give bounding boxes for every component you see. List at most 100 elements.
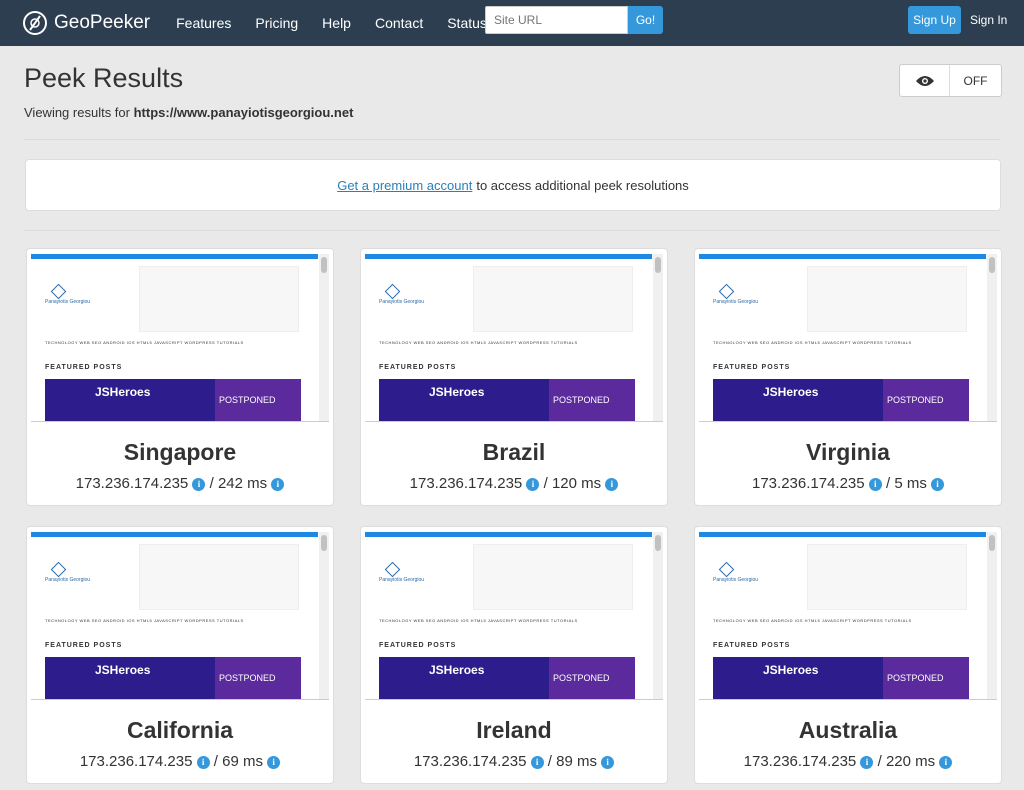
info-icon[interactable]: i bbox=[931, 478, 944, 491]
nav-status[interactable]: Status bbox=[447, 15, 487, 31]
hero-postponed: POSTPONED bbox=[215, 379, 301, 421]
hero-title: JSHeroes bbox=[429, 663, 485, 677]
nav-features[interactable]: Features bbox=[176, 15, 231, 31]
info-icon[interactable]: i bbox=[271, 478, 285, 491]
hero-image: JSHeroes POSTPONED bbox=[713, 657, 969, 699]
screenshot-thumbnail[interactable]: Panayiotis Georgiou TECHNOLOGY WEB SEO A… bbox=[699, 532, 997, 700]
info-icon[interactable]: i bbox=[267, 756, 281, 769]
geopeeker-logo-icon bbox=[23, 11, 47, 35]
site-name: Panayiotis Georgiou bbox=[45, 299, 91, 305]
site-logo: Panayiotis Georgiou bbox=[379, 283, 424, 305]
featured-posts-heading: FEATURED POSTS bbox=[45, 364, 123, 371]
viewing-url: https://www.panayiotisgeorgiou.net bbox=[133, 105, 354, 120]
nav-pricing[interactable]: Pricing bbox=[255, 15, 298, 31]
result-card[interactable]: Panayiotis Georgiou TECHNOLOGY WEB SEO A… bbox=[694, 248, 1002, 506]
site-menu: TECHNOLOGY WEB SEO ANDROID IOS HTML5 JAV… bbox=[713, 340, 912, 345]
hero-image: JSHeroes POSTPONED bbox=[45, 657, 301, 699]
hero-image: JSHeroes POSTPONED bbox=[379, 657, 635, 699]
site-logo: Panayiotis Georgiou bbox=[45, 561, 91, 583]
ip-latency: 173.236.174.235 i / 220 ms i bbox=[695, 753, 1001, 770]
site-topbar bbox=[31, 532, 318, 537]
ip-address: 173.236.174.235 bbox=[752, 475, 865, 492]
city-name: Singapore bbox=[123, 439, 237, 465]
brand-name: GeoPeeker bbox=[54, 12, 151, 33]
screenshot-thumbnail[interactable]: Panayiotis Georgiou TECHNOLOGY WEB SEO A… bbox=[365, 532, 663, 700]
premium-text: to access additional peek resolutions bbox=[476, 177, 689, 193]
ip-latency: 173.236.174.235 i / 69 ms i bbox=[27, 753, 333, 770]
site-logo: Panayiotis Georgiou bbox=[713, 561, 758, 583]
nav-help[interactable]: Help bbox=[322, 15, 351, 31]
premium-link[interactable]: Get a premium account bbox=[337, 178, 472, 193]
info-icon[interactable]: i bbox=[196, 756, 210, 769]
eye-icon bbox=[900, 65, 950, 96]
brand-logo[interactable]: GeoPeeker bbox=[22, 8, 150, 38]
screenshot-thumbnail[interactable]: Panayiotis Georgiou TECHNOLOGY WEB SEO A… bbox=[31, 254, 329, 422]
site-name: Panayiotis Georgiou bbox=[45, 577, 91, 583]
scrollbar[interactable] bbox=[653, 532, 663, 699]
hero-title: JSHeroes bbox=[763, 663, 819, 677]
site-menu: TECHNOLOGY WEB SEO ANDROID IOS HTML5 JAV… bbox=[45, 618, 244, 623]
info-icon[interactable]: i bbox=[939, 756, 953, 769]
scrollbar[interactable] bbox=[653, 254, 663, 421]
info-icon[interactable]: i bbox=[860, 756, 874, 769]
featured-posts-heading: FEATURED POSTS bbox=[713, 642, 791, 649]
info-icon[interactable]: i bbox=[605, 478, 619, 491]
latency: 69 ms bbox=[222, 753, 263, 770]
sign-up-button[interactable]: Sign Up bbox=[908, 6, 961, 34]
site-menu: TECHNOLOGY WEB SEO ANDROID IOS HTML5 JAV… bbox=[379, 618, 578, 623]
scrollbar[interactable] bbox=[987, 532, 997, 699]
scrollbar[interactable] bbox=[319, 254, 329, 421]
hero-postponed: POSTPONED bbox=[549, 657, 635, 699]
hero-image: JSHeroes POSTPONED bbox=[45, 379, 301, 421]
latency: 242 ms bbox=[217, 475, 268, 492]
ad-banner bbox=[139, 266, 299, 332]
latency: 220 ms bbox=[885, 753, 936, 770]
hero-postponed: POSTPONED bbox=[549, 379, 635, 421]
result-card[interactable]: Panayiotis Georgiou TECHNOLOGY WEB SEO A… bbox=[26, 248, 334, 506]
site-logo: Panayiotis Georgiou bbox=[713, 283, 758, 305]
hero-postponed: POSTPONED bbox=[883, 657, 969, 699]
info-icon[interactable]: i bbox=[530, 756, 544, 769]
screenshot-thumbnail[interactable]: Panayiotis Georgiou TECHNOLOGY WEB SEO A… bbox=[365, 254, 663, 422]
site-url-input[interactable] bbox=[485, 6, 628, 34]
result-card[interactable]: Panayiotis Georgiou TECHNOLOGY WEB SEO A… bbox=[360, 526, 668, 784]
site-topbar bbox=[365, 532, 652, 537]
ip-latency: 173.236.174.235 i / 89 ms i bbox=[361, 753, 667, 770]
result-card[interactable]: Panayiotis Georgiou TECHNOLOGY WEB SEO A… bbox=[360, 248, 668, 506]
featured-posts-heading: FEATURED POSTS bbox=[45, 642, 123, 649]
scrollbar[interactable] bbox=[987, 254, 997, 421]
nav-contact[interactable]: Contact bbox=[375, 15, 423, 31]
ip-address: 173.236.174.235 bbox=[75, 475, 189, 492]
scrollbar[interactable] bbox=[319, 532, 329, 699]
screenshot-thumbnail[interactable]: Panayiotis Georgiou TECHNOLOGY WEB SEO A… bbox=[31, 532, 329, 700]
city-name: Virginia bbox=[806, 439, 890, 465]
divider bbox=[24, 230, 1000, 231]
featured-posts-heading: FEATURED POSTS bbox=[379, 642, 457, 649]
ad-banner bbox=[807, 266, 967, 332]
ad-banner bbox=[473, 544, 633, 610]
info-icon[interactable]: i bbox=[601, 756, 615, 769]
result-card[interactable]: Panayiotis Georgiou TECHNOLOGY WEB SEO A… bbox=[26, 526, 334, 784]
hero-title: JSHeroes bbox=[95, 663, 151, 677]
ip-address: 173.236.174.235 bbox=[409, 475, 523, 492]
featured-posts-heading: FEATURED POSTS bbox=[713, 364, 791, 371]
info-icon[interactable]: i bbox=[868, 478, 882, 491]
site-menu: TECHNOLOGY WEB SEO ANDROID IOS HTML5 JAV… bbox=[713, 618, 912, 623]
site-topbar bbox=[699, 532, 986, 537]
info-icon[interactable]: i bbox=[526, 478, 540, 491]
preview-toggle[interactable]: OFF bbox=[899, 64, 1002, 97]
site-logo: Panayiotis Georgiou bbox=[379, 561, 424, 583]
hero-image: JSHeroes POSTPONED bbox=[379, 379, 635, 421]
site-topbar bbox=[365, 254, 652, 259]
go-button[interactable]: Go! bbox=[628, 6, 663, 34]
info-icon[interactable]: i bbox=[192, 478, 206, 491]
site-topbar bbox=[31, 254, 318, 259]
result-card[interactable]: Panayiotis Georgiou TECHNOLOGY WEB SEO A… bbox=[694, 526, 1002, 784]
ip-address: 173.236.174.235 bbox=[79, 753, 193, 770]
ip-latency: 173.236.174.235 i / 120 ms i bbox=[361, 475, 667, 492]
sign-in-link[interactable]: Sign In bbox=[970, 13, 1007, 27]
site-menu: TECHNOLOGY WEB SEO ANDROID IOS HTML5 JAV… bbox=[379, 340, 578, 345]
city-name: Ireland bbox=[476, 717, 552, 743]
latency: 89 ms bbox=[556, 753, 597, 770]
screenshot-thumbnail[interactable]: Panayiotis Georgiou TECHNOLOGY WEB SEO A… bbox=[699, 254, 997, 422]
